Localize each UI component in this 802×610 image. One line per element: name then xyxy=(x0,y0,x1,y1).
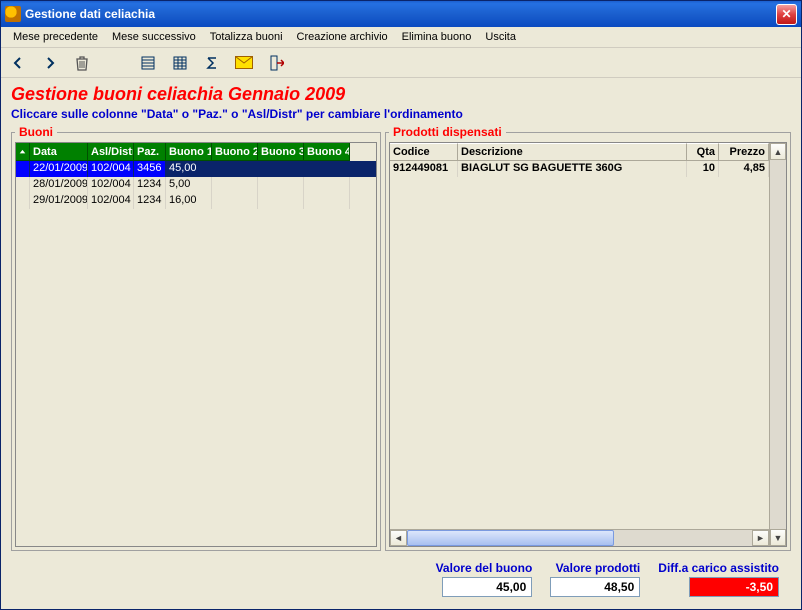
table-row[interactable]: 22/01/2009102/004345645,00 xyxy=(16,161,376,177)
col-qta[interactable]: Qta xyxy=(687,143,719,161)
valore-prodotti-block: Valore prodotti 48,50 xyxy=(550,561,640,597)
content: Gestione buoni celiachia Gennaio 2009 Cl… xyxy=(1,78,801,609)
scroll-up-icon[interactable]: ▲ xyxy=(770,143,786,160)
sigma-icon[interactable] xyxy=(203,54,221,72)
diff-label: Diff.a carico assistito xyxy=(658,561,779,575)
v-scrollbar[interactable]: ▲ ▼ xyxy=(769,143,786,546)
valore-buono-value: 45,00 xyxy=(442,577,532,597)
cell: 28/01/2009 xyxy=(30,177,88,193)
titlebar: Gestione dati celiachia ✕ xyxy=(1,1,801,27)
next-icon[interactable] xyxy=(41,54,59,72)
cell: 45,00 xyxy=(166,161,212,177)
close-button[interactable]: ✕ xyxy=(776,4,797,25)
prodotti-legend: Prodotti dispensati xyxy=(389,125,506,139)
cell: 102/004 xyxy=(88,193,134,209)
cell: 102/004 xyxy=(88,177,134,193)
prodotti-fieldset: Prodotti dispensati Codice Descrizione Q… xyxy=(385,125,791,551)
col-buono4[interactable]: Buono 4 xyxy=(304,143,350,161)
cell xyxy=(16,161,30,177)
cell: 22/01/2009 xyxy=(30,161,88,177)
page-title: Gestione buoni celiachia Gennaio 2009 xyxy=(11,84,791,105)
window-title: Gestione dati celiachia xyxy=(25,7,776,21)
scroll-down-icon[interactable]: ▼ xyxy=(770,529,786,546)
col-descrizione[interactable]: Descrizione xyxy=(458,143,687,161)
buoni-fieldset: Buoni Data Asl/Distr. Paz. Buono 1 Buono… xyxy=(11,125,381,551)
trash-icon[interactable] xyxy=(73,54,91,72)
col-buono3[interactable]: Buono 3 xyxy=(258,143,304,161)
window: Gestione dati celiachia ✕ Mese precedent… xyxy=(0,0,802,610)
col-buono1[interactable]: Buono 1 xyxy=(166,143,212,161)
panels: Buoni Data Asl/Distr. Paz. Buono 1 Buono… xyxy=(11,125,791,551)
prodotti-header[interactable]: Codice Descrizione Qta Prezzo xyxy=(390,143,769,161)
cell: 16,00 xyxy=(166,193,212,209)
buoni-body: 22/01/2009102/004345645,0028/01/2009102/… xyxy=(16,161,376,546)
scroll-right-icon[interactable]: ► xyxy=(752,530,769,546)
cell xyxy=(212,193,258,209)
menu-mese-successivo[interactable]: Mese successivo xyxy=(106,29,202,45)
table-row[interactable]: 912449081BIAGLUT SG BAGUETTE 360G104,85 xyxy=(390,161,769,177)
col-prezzo[interactable]: Prezzo xyxy=(719,143,769,161)
menu-uscita[interactable]: Uscita xyxy=(479,29,522,45)
cell xyxy=(258,161,304,177)
col-paz[interactable]: Paz. xyxy=(134,143,166,161)
col-asl[interactable]: Asl/Distr. xyxy=(88,143,134,161)
prev-icon[interactable] xyxy=(9,54,27,72)
cell: 1234 xyxy=(134,193,166,209)
buoni-header[interactable]: Data Asl/Distr. Paz. Buono 1 Buono 2 Buo… xyxy=(16,143,376,161)
cell: 102/004 xyxy=(88,161,134,177)
grid-icon[interactable] xyxy=(171,54,189,72)
menubar: Mese precedente Mese successivo Totalizz… xyxy=(1,27,801,48)
cell: 1234 xyxy=(134,177,166,193)
exit-icon[interactable] xyxy=(267,54,285,72)
menu-creazione-archivio[interactable]: Creazione archivio xyxy=(291,29,394,45)
cell: 912449081 xyxy=(390,161,458,177)
col-buono2[interactable]: Buono 2 xyxy=(212,143,258,161)
cell xyxy=(258,177,304,193)
cell: 3456 xyxy=(134,161,166,177)
cell: 5,00 xyxy=(166,177,212,193)
cell xyxy=(304,177,350,193)
sort-indicator-icon[interactable] xyxy=(16,143,30,161)
menu-totalizza[interactable]: Totalizza buoni xyxy=(204,29,289,45)
cell: 10 xyxy=(687,161,719,177)
cell xyxy=(304,193,350,209)
cell xyxy=(16,177,30,193)
h-scrollbar[interactable]: ◄ ► xyxy=(390,529,769,546)
valore-prodotti-label: Valore prodotti xyxy=(556,561,641,575)
cell xyxy=(212,177,258,193)
menu-elimina-buono[interactable]: Elimina buono xyxy=(396,29,478,45)
cell xyxy=(16,193,30,209)
valore-buono-block: Valore del buono 45,00 xyxy=(436,561,533,597)
cell: 29/01/2009 xyxy=(30,193,88,209)
col-data[interactable]: Data xyxy=(30,143,88,161)
prodotti-grid[interactable]: Codice Descrizione Qta Prezzo 912449081B… xyxy=(389,142,787,547)
menu-mese-precedente[interactable]: Mese precedente xyxy=(7,29,104,45)
valore-prodotti-value: 48,50 xyxy=(550,577,640,597)
table-row[interactable]: 29/01/2009102/004123416,00 xyxy=(16,193,376,209)
scroll-track[interactable] xyxy=(407,530,752,546)
cell xyxy=(258,193,304,209)
buoni-grid[interactable]: Data Asl/Distr. Paz. Buono 1 Buono 2 Buo… xyxy=(15,142,377,547)
cell: BIAGLUT SG BAGUETTE 360G xyxy=(458,161,687,177)
cell: 4,85 xyxy=(719,161,769,177)
list-icon[interactable] xyxy=(139,54,157,72)
prodotti-body: 912449081BIAGLUT SG BAGUETTE 360G104,85 xyxy=(390,161,769,529)
cell xyxy=(304,161,350,177)
scroll-thumb[interactable] xyxy=(407,530,614,546)
cell xyxy=(212,161,258,177)
buoni-legend: Buoni xyxy=(15,125,57,139)
footer: Valore del buono 45,00 Valore prodotti 4… xyxy=(11,551,791,603)
valore-buono-label: Valore del buono xyxy=(436,561,533,575)
instruction-text: Cliccare sulle colonne "Data" o "Paz." o… xyxy=(11,107,791,121)
toolbar xyxy=(1,48,801,78)
app-icon xyxy=(5,6,21,22)
scroll-left-icon[interactable]: ◄ xyxy=(390,530,407,546)
diff-value: -3,50 xyxy=(689,577,779,597)
mail-icon[interactable] xyxy=(235,54,253,72)
table-row[interactable]: 28/01/2009102/00412345,00 xyxy=(16,177,376,193)
scroll-track-v[interactable] xyxy=(770,160,786,529)
diff-block: Diff.a carico assistito -3,50 xyxy=(658,561,779,597)
col-codice[interactable]: Codice xyxy=(390,143,458,161)
